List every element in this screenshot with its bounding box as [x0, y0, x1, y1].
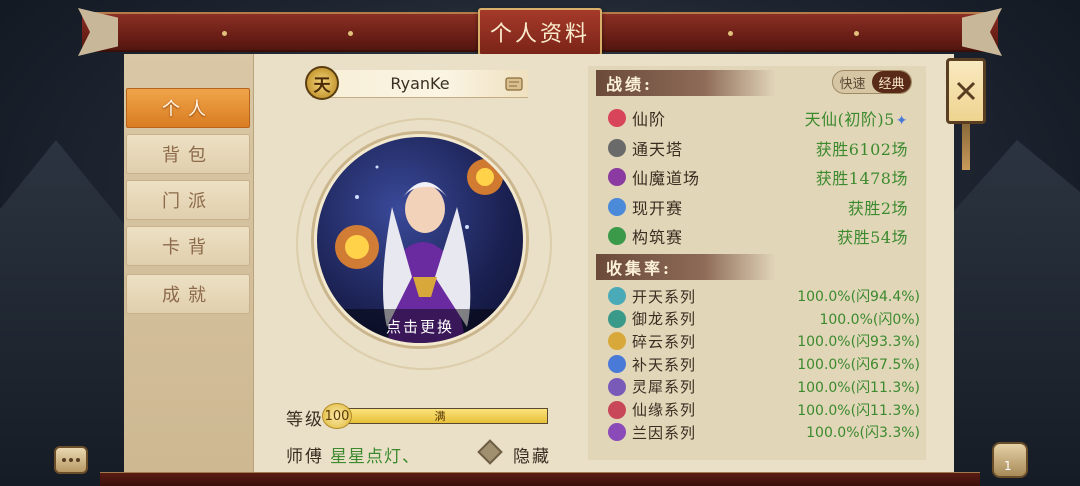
- toggle-option-classic[interactable]: 经典: [872, 71, 911, 93]
- sidebar-item-achievements[interactable]: 成就: [126, 274, 250, 314]
- master-name[interactable]: 星星点灯、: [330, 442, 420, 467]
- sidebar: 个人 背包 门派 卡背 成就: [124, 54, 254, 472]
- close-icon: [956, 81, 976, 101]
- bar-ornament: [728, 31, 733, 36]
- record-name: 通天塔: [632, 139, 684, 159]
- collection-value: 100.0%(闪93.3%): [797, 334, 920, 351]
- sidebar-item-card-back[interactable]: 卡背: [126, 226, 250, 266]
- dragon-icon: [608, 309, 626, 328]
- cards-icon: [608, 197, 626, 216]
- background-scenery-right: [940, 140, 1080, 486]
- bottom-rail: [100, 472, 980, 486]
- collection-heading: 收集率:: [596, 254, 776, 280]
- sidebar-item-sect[interactable]: 门派: [126, 180, 250, 220]
- record-name: 仙阶: [632, 110, 667, 129]
- collection-row: 灵犀系列 100.0%(闪11.3%): [608, 376, 920, 398]
- hide-label[interactable]: 隐藏: [513, 442, 551, 467]
- collection-value: 100.0%(闪3.3%): [806, 425, 920, 442]
- level-progress-bar: 满: [332, 408, 548, 424]
- collection-row: 兰因系列 100.0%(闪3.3%): [608, 421, 920, 443]
- chat-icon-dot: [69, 458, 73, 462]
- collection-name: 仙缘系列: [632, 401, 697, 419]
- record-row: 现开赛 获胜2场: [608, 195, 908, 219]
- spirit-icon: [608, 377, 626, 396]
- rank-star-icon: ✦: [895, 113, 908, 129]
- page-title: 个人资料: [478, 8, 602, 56]
- lantern-tassel: [962, 124, 970, 170]
- record-value: 获胜6102场: [816, 136, 908, 160]
- sidebar-item-backpack[interactable]: 背包: [126, 134, 250, 174]
- tower-icon: [608, 138, 626, 157]
- rank-badge: 天: [305, 66, 339, 100]
- collection-name: 碎云系列: [632, 332, 697, 351]
- master-label: 师傅: [286, 447, 324, 467]
- record-heading: 战绩:: [596, 70, 776, 96]
- bag-count: 1: [1004, 459, 1012, 473]
- record-value-text: 获胜54场: [837, 228, 908, 247]
- collection-value: 100.0%(闪94.4%): [797, 289, 920, 305]
- chat-icon-dot: [62, 458, 66, 462]
- collection-name: 补天系列: [632, 355, 697, 374]
- collection-row: 仙缘系列 100.0%(闪11.3%): [608, 399, 920, 421]
- collection-row: 开天系列 100.0%(闪94.4%): [608, 285, 920, 307]
- collection-name: 兰因系列: [632, 423, 697, 442]
- sky-icon: [608, 355, 626, 374]
- record-value-text: 获胜6102场: [815, 139, 908, 159]
- build-icon: [608, 227, 626, 245]
- arena-icon: [608, 168, 626, 186]
- record-value: 天仙(初阶)5✦: [805, 106, 908, 130]
- edit-name-icon[interactable]: [504, 74, 526, 94]
- record-value: 获胜54场: [837, 224, 908, 248]
- close-button[interactable]: [946, 58, 986, 124]
- chat-button[interactable]: [54, 446, 88, 474]
- series-icon: [608, 287, 626, 305]
- bar-ornament: [348, 31, 353, 36]
- collection-name: 开天系列: [632, 287, 697, 306]
- cloud-icon: [608, 332, 626, 351]
- fate-icon: [608, 400, 626, 419]
- collection-value: 100.0%(闪11.3%): [797, 402, 920, 419]
- star-icon: [608, 109, 626, 127]
- record-value-text: 获胜2场: [847, 198, 908, 218]
- collection-row: 御龙系列 100.0%(闪0%): [608, 308, 920, 330]
- record-name: 构筑赛: [632, 228, 684, 247]
- collection-value: 100.0%(闪11.3%): [797, 379, 920, 396]
- level-label: 等级: [286, 410, 324, 430]
- record-row: 通天塔 获胜6102场: [608, 136, 908, 160]
- chat-icon-dot: [76, 458, 80, 462]
- collection-value: 100.0%(闪0%): [819, 311, 920, 328]
- bar-ornament: [222, 31, 227, 36]
- collection-name: 御龙系列: [632, 310, 697, 329]
- level-full-label: 满: [434, 410, 446, 423]
- record-value: 获胜1478场: [816, 165, 908, 189]
- toggle-option-quick[interactable]: 快速: [833, 71, 872, 93]
- record-name: 仙魔道场: [632, 169, 701, 188]
- record-name: 现开赛: [632, 198, 684, 218]
- record-value-text: 天仙(初阶)5: [804, 110, 895, 129]
- level-value-badge: 100: [322, 403, 352, 429]
- sidebar-item-profile[interactable]: 个人: [126, 88, 250, 128]
- background-scenery-left: [0, 140, 140, 486]
- record-row: 仙阶 天仙(初阶)5✦: [608, 106, 908, 130]
- change-avatar-label[interactable]: 点击更换: [317, 309, 523, 343]
- collection-name: 灵犀系列: [632, 378, 697, 397]
- record-value: 获胜2场: [848, 195, 908, 219]
- record-value-text: 获胜1478场: [815, 169, 908, 188]
- record-row: 仙魔道场 获胜1478场: [608, 165, 908, 189]
- avatar[interactable]: 点击更换: [314, 134, 526, 346]
- collection-value: 100.0%(闪67.5%): [797, 357, 920, 374]
- orchid-icon: [608, 423, 626, 442]
- username-field: RyanKe: [312, 70, 528, 98]
- mode-toggle[interactable]: 快速 经典: [832, 70, 912, 94]
- bar-ornament: [854, 31, 859, 36]
- collection-row: 碎云系列 100.0%(闪93.3%): [608, 330, 920, 352]
- record-row: 构筑赛 获胜54场: [608, 224, 908, 248]
- collection-row: 补天系列 100.0%(闪67.5%): [608, 353, 920, 375]
